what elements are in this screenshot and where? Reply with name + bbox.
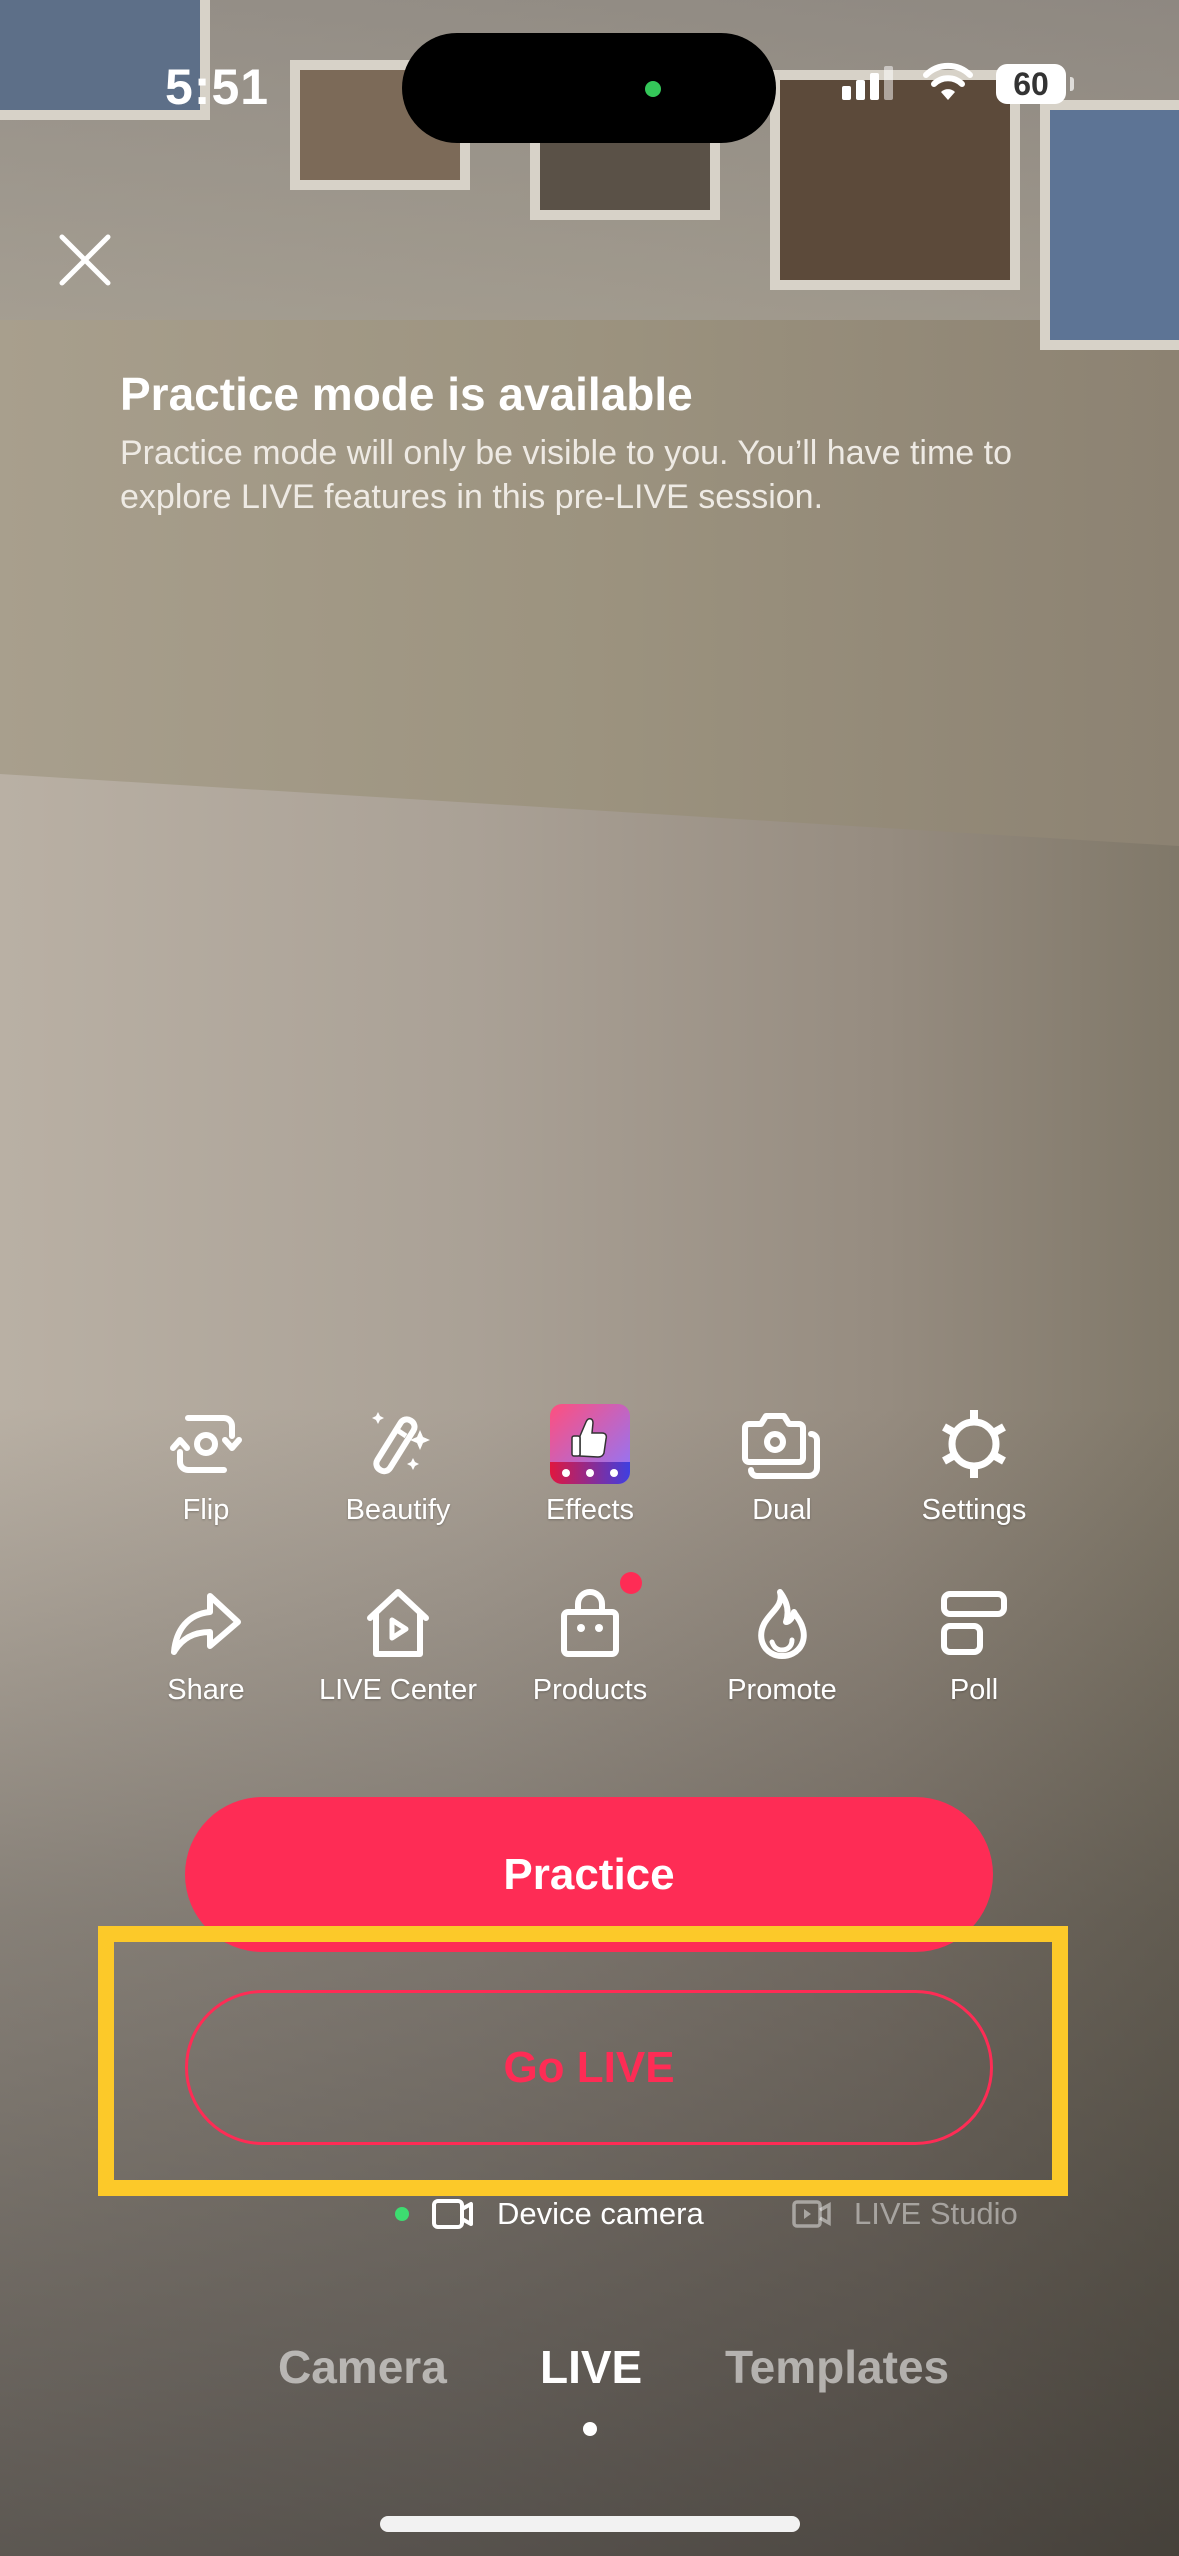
video-camera-icon [432,2199,473,2229]
beautify-button[interactable]: Beautify [302,1402,494,1527]
notification-badge [620,1572,642,1594]
poll-label: Poll [949,1674,999,1706]
dynamic-island [402,33,776,143]
home-indicator[interactable] [380,2516,800,2532]
live-center-house-icon [367,1589,429,1657]
effects-label: Effects [545,1494,635,1526]
flame-icon [758,1589,807,1659]
tab-templates[interactable]: Templates [725,2340,949,2394]
source-studio-label: LIVE Studio [854,2196,1018,2231]
battery-icon: 60 [996,64,1074,104]
promote-label: Promote [727,1674,837,1706]
practice-mode-description: Practice mode will only be visible to yo… [120,434,1013,516]
source-live-studio[interactable]: LIVE Studio [792,2196,1018,2232]
flip-camera-icon [170,1415,242,1473]
live-center-button[interactable]: LIVE Center [302,1582,494,1707]
products-label: Products [532,1674,648,1706]
status-bar: 5:51 60 [0,0,1179,170]
practice-mode-title: Practice mode is available [120,368,693,420]
promote-button[interactable]: Promote [686,1582,878,1707]
cellular-signal-icon [842,66,893,100]
mode-tabs: Camera LIVE Templates [0,2340,1179,2400]
poll-icon [941,1591,1007,1655]
status-time: 5:51 [165,59,270,115]
flip-label: Flip [182,1494,230,1526]
live-center-label: LIVE Center [319,1674,477,1706]
source-device-label: Device camera [497,2196,704,2231]
share-button[interactable]: Share [110,1582,302,1707]
live-tools-row-1: Flip Beautify Effects Dual Settings [110,1402,1110,1527]
go-live-button[interactable]: Go LIVE [185,1990,993,2145]
close-icon[interactable] [50,225,120,295]
source-device-camera[interactable]: Device camera [395,2196,704,2232]
live-tools-row-2: Share LIVE Center Products Promote Poll [110,1572,1110,1707]
gear-icon [942,1410,1006,1478]
magic-wand-icon [372,1412,430,1475]
beautify-label: Beautify [345,1494,451,1526]
poll-button[interactable]: Poll [878,1582,1070,1707]
dual-button[interactable]: Dual [686,1402,878,1527]
dual-camera-icon [742,1413,820,1479]
dual-label: Dual [752,1494,812,1526]
active-tab-indicator [583,2422,597,2436]
effects-button[interactable]: Effects [494,1402,686,1527]
wifi-icon [923,62,973,100]
practice-button[interactable]: Practice [185,1797,993,1952]
settings-button[interactable]: Settings [878,1402,1070,1527]
tab-camera[interactable]: Camera [278,2340,447,2394]
selected-indicator [395,2207,409,2221]
practice-mode-info: Practice mode is available Practice mode… [120,365,1080,519]
flip-button[interactable]: Flip [110,1402,302,1527]
effects-thumbs-up-icon [550,1404,630,1484]
live-studio-icon [792,2200,831,2228]
share-label: Share [167,1674,245,1706]
share-arrow-icon [171,1593,241,1655]
tab-live[interactable]: LIVE [540,2340,642,2394]
shopping-bag-icon [561,1589,619,1657]
products-button[interactable]: Products [494,1572,686,1707]
camera-in-use-indicator [645,81,661,97]
settings-label: Settings [921,1494,1027,1526]
